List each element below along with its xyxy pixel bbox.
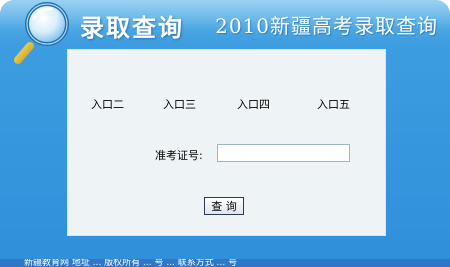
entry-link-4[interactable]: 入口四 [237, 96, 270, 112]
footer-bar: 新疆教育网 地址 ... 版权所有 ... 号 ... 联系方式 ... 号 [0, 259, 450, 267]
exam-number-input[interactable] [217, 144, 350, 162]
exam-number-label: 准考证号: [155, 149, 203, 162]
entry-link-2[interactable]: 入口二 [91, 96, 124, 112]
brand-title: 录取查询 [80, 14, 184, 42]
entry-link-3[interactable]: 入口三 [163, 96, 196, 112]
page-subtitle: 2010新疆高考录取查询 [215, 14, 438, 38]
footer-text: 新疆教育网 地址 ... 版权所有 ... 号 ... 联系方式 ... 号 [24, 259, 238, 267]
query-button[interactable]: 查 询 [204, 197, 244, 215]
entry-link-5[interactable]: 入口五 [317, 96, 350, 112]
query-panel: 录取查询 2010新疆高考录取查询 入口二 入口三 入口四 入口五 准考证号: … [0, 0, 450, 267]
